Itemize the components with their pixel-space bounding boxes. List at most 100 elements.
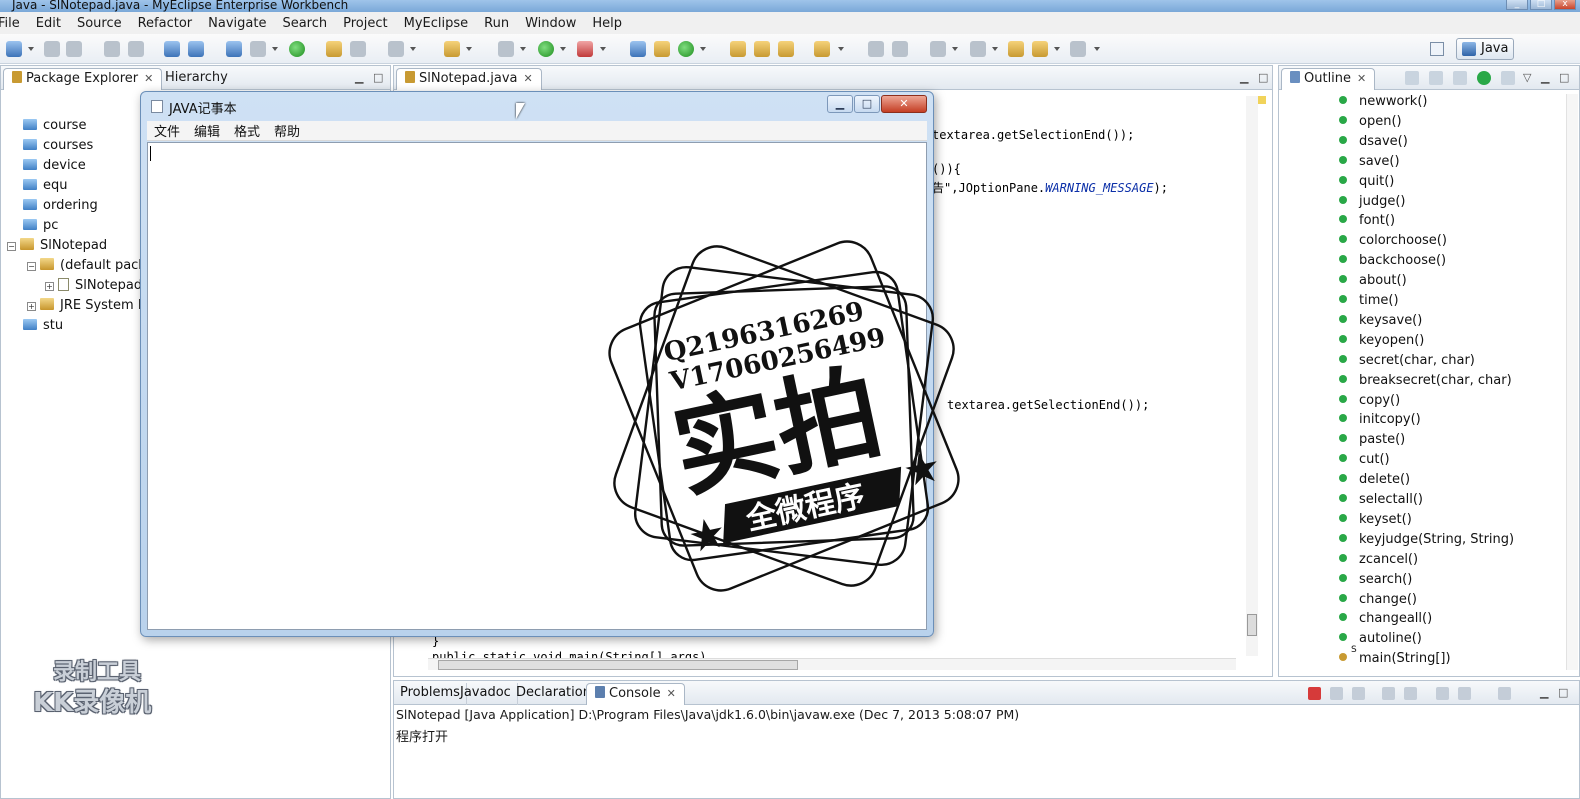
debug-dropdown-icon[interactable] — [520, 47, 526, 51]
tree-item-ordering[interactable]: ordering — [23, 196, 98, 216]
outline-item[interactable]: keyopen() — [1339, 331, 1424, 351]
warning-marker-icon[interactable] — [1258, 96, 1266, 104]
minimize-view-icon[interactable]: ▁ — [355, 71, 363, 84]
browse-icon[interactable] — [188, 41, 204, 57]
notepad-menu-edit[interactable]: 编辑 — [187, 121, 227, 140]
outline-item[interactable]: search() — [1339, 570, 1412, 590]
menu-navigate[interactable]: Navigate — [200, 16, 274, 31]
menu-source[interactable]: Source — [69, 16, 130, 31]
tree-item-courses[interactable]: courses — [23, 136, 93, 156]
maximize-view-icon[interactable]: □ — [1258, 71, 1268, 84]
java-perspective-button[interactable]: Java — [1456, 38, 1514, 60]
outline-item[interactable]: backchoose() — [1339, 251, 1446, 271]
new-project-icon[interactable] — [226, 41, 242, 57]
outline-item[interactable]: save() — [1339, 152, 1400, 172]
minimize-view-icon[interactable]: ▁ — [1541, 71, 1549, 84]
outline-item[interactable]: keysave() — [1339, 311, 1422, 331]
last-edit-icon[interactable] — [1008, 41, 1024, 57]
tree-item-slnotepad-java[interactable]: + SlNotepad — [45, 276, 142, 296]
run-config-dropdown-icon[interactable] — [466, 47, 472, 51]
outline-item[interactable]: copy() — [1339, 391, 1400, 411]
menu-help[interactable]: Help — [584, 16, 630, 31]
close-tab-icon[interactable]: ✕ — [523, 72, 532, 85]
maximize-view-icon[interactable]: □ — [373, 71, 383, 84]
tree-item-slnotepad-project[interactable]: − SlNotepad — [7, 236, 107, 256]
debug-icon[interactable] — [498, 41, 514, 57]
scroll-thumb[interactable] — [1247, 614, 1257, 636]
run-icon[interactable] — [538, 41, 554, 57]
open-resource-icon[interactable] — [778, 41, 794, 57]
code-line[interactable]: textarea.getSelectionEnd()); — [947, 398, 1149, 412]
save-all-icon[interactable] — [66, 41, 82, 57]
open-folder-icon[interactable] — [326, 41, 342, 57]
outline-item[interactable]: about() — [1339, 271, 1407, 291]
menu-myeclipse[interactable]: MyEclipse — [396, 16, 477, 31]
maximize-view-icon[interactable]: □ — [1559, 71, 1569, 84]
tab-console[interactable]: Console ✕ — [586, 683, 685, 705]
tab-package-explorer[interactable]: Package Explorer ✕ — [3, 68, 163, 90]
menu-search[interactable]: Search — [274, 16, 335, 31]
menu-project[interactable]: Project — [335, 16, 395, 31]
outline-item[interactable]: keyset() — [1339, 510, 1412, 530]
tab-declaration[interactable]: Declaration — [510, 683, 598, 705]
tree-item-course[interactable]: course — [23, 116, 86, 136]
new-java-project-icon[interactable] — [630, 41, 646, 57]
hide-fields-icon[interactable] — [1429, 71, 1443, 85]
new-package-icon[interactable] — [654, 41, 670, 57]
outline-item[interactable]: paste() — [1339, 430, 1405, 450]
edit-icon[interactable] — [868, 41, 884, 57]
tree-item-pc[interactable]: pc — [23, 216, 58, 236]
expand-icon[interactable]: + — [45, 282, 54, 291]
hide-local-types-icon[interactable] — [1501, 71, 1515, 85]
outline-item[interactable]: quit() — [1339, 172, 1394, 192]
tab-slnotepad-java[interactable]: SlNotepad.java ✕ — [396, 68, 542, 90]
back-dropdown-icon[interactable] — [1054, 47, 1060, 51]
new-class-icon[interactable] — [678, 41, 694, 57]
forward-dropdown-icon[interactable] — [1094, 47, 1100, 51]
outline-item[interactable]: breaksecret(char, char) — [1339, 371, 1512, 391]
search-tool-icon[interactable] — [754, 41, 770, 57]
open-type-dropdown-icon[interactable] — [272, 47, 278, 51]
outline-item[interactable]: open() — [1339, 112, 1402, 132]
outline-item[interactable]: selectall() — [1339, 490, 1423, 510]
remove-all-icon[interactable] — [1352, 687, 1365, 700]
minimize-icon[interactable]: _ — [1506, 0, 1528, 10]
open-task-icon[interactable] — [730, 41, 746, 57]
clear-console-icon[interactable] — [1382, 687, 1395, 700]
outline-item[interactable]: colorchoose() — [1339, 231, 1447, 251]
previous-annotation-dropdown-icon[interactable] — [992, 47, 998, 51]
notepad-minimize-button[interactable]: ▁ — [827, 95, 853, 113]
hide-static-icon[interactable] — [1453, 71, 1467, 85]
tree-item-default-package[interactable]: − (default packa — [27, 256, 154, 276]
outline-item[interactable]: newwork() — [1339, 92, 1427, 112]
close-icon[interactable]: x — [1554, 0, 1576, 10]
outline-item[interactable]: change() — [1339, 590, 1417, 610]
save-icon[interactable] — [44, 41, 60, 57]
console-output[interactable]: 程序打开 — [396, 726, 448, 745]
maximize-icon[interactable]: □ — [1530, 0, 1552, 10]
code-line[interactable]: ()){ — [932, 162, 961, 176]
run-config-icon[interactable] — [444, 41, 460, 57]
menu-window[interactable]: Window — [517, 16, 584, 31]
outline-item[interactable]: delete() — [1339, 470, 1410, 490]
notepad-menu-file[interactable]: 文件 — [147, 121, 187, 140]
tree-item-jre-system-library[interactable]: + JRE System Li — [27, 296, 149, 316]
scroll-thumb[interactable] — [438, 660, 798, 670]
outline-item[interactable]: secret(char, char) — [1339, 351, 1475, 371]
new-dropdown-icon[interactable] — [28, 47, 34, 51]
tree-item-equ[interactable]: equ — [23, 176, 68, 196]
outline-item[interactable]: cut() — [1339, 450, 1390, 470]
tab-hierarchy[interactable]: Hierarchy — [157, 68, 236, 90]
folder-nav-dropdown-icon[interactable] — [838, 47, 844, 51]
build-icon[interactable] — [104, 41, 120, 57]
sort-icon[interactable] — [1405, 71, 1419, 85]
run-dropdown-icon[interactable] — [560, 47, 566, 51]
notepad-menu-help[interactable]: 帮助 — [267, 121, 307, 140]
outline-item[interactable]: time() — [1339, 291, 1399, 311]
next-annotation-dropdown-icon[interactable] — [952, 47, 958, 51]
outline-item[interactable]: keyjudge(String, String) — [1339, 530, 1514, 550]
terminal-dropdown-icon[interactable] — [410, 47, 416, 51]
web-browser-icon[interactable] — [289, 41, 305, 57]
tree-item-stu[interactable]: stu — [23, 316, 63, 336]
outline-item[interactable]: font() — [1339, 211, 1395, 231]
